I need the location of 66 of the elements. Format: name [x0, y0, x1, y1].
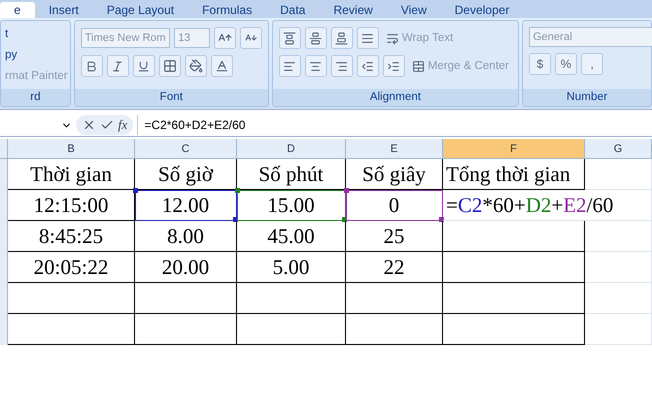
ribbon-tab[interactable]: View	[386, 2, 441, 18]
underline-icon[interactable]	[132, 55, 155, 77]
table-cell: 15.00	[237, 190, 346, 221]
table-cell: 8.00	[135, 221, 237, 252]
fill-color-icon[interactable]	[184, 55, 207, 77]
group-label: Font	[160, 90, 183, 105]
group-label: Number	[566, 90, 608, 105]
column-header[interactable]: G	[585, 139, 652, 159]
number-format-button[interactable]: ,	[581, 53, 603, 75]
table-cell: 25	[346, 221, 443, 252]
table-cell	[585, 314, 652, 345]
ribbon-tab[interactable]: Review	[319, 2, 387, 18]
vertical-align-icon[interactable]	[278, 27, 301, 49]
column-header[interactable]: B	[8, 139, 135, 159]
shrink-font-icon[interactable]	[240, 27, 262, 49]
table-cell: 5.00	[237, 252, 346, 283]
table-cell	[585, 221, 652, 252]
ribbon-tab[interactable]: Developer	[440, 2, 524, 18]
number-format-button[interactable]: %	[555, 53, 577, 75]
table-cell: 0	[346, 190, 443, 221]
table-cell: Thời gian	[8, 159, 135, 190]
vertical-align-icon[interactable]	[330, 27, 353, 49]
bold-icon[interactable]	[80, 55, 103, 77]
clipboard-command[interactable]: py	[5, 48, 68, 63]
grow-font-icon[interactable]	[214, 27, 236, 49]
table-cell: 12.00	[135, 190, 237, 221]
cancel-icon[interactable]	[82, 118, 96, 132]
wrap-text-icon	[386, 32, 399, 44]
table-cell: 20:05:22	[8, 252, 135, 283]
number-format-button[interactable]: $	[529, 53, 551, 75]
italic-icon[interactable]	[106, 55, 129, 77]
ribbon-tab[interactable]: Formulas	[188, 2, 266, 18]
table-cell	[585, 252, 652, 283]
table-cell: 45.00	[237, 221, 346, 252]
decrease-indent-icon[interactable]	[356, 55, 379, 77]
column-header[interactable]: C	[135, 139, 237, 159]
formula-field[interactable]: =C2*60+D2+E2/60	[137, 115, 652, 135]
horizontal-align-icon[interactable]	[304, 55, 327, 77]
table-cell	[585, 283, 652, 314]
clipboard-command[interactable]: t	[5, 27, 68, 42]
table-cell: 8:45:25	[8, 221, 135, 252]
table-cell	[585, 159, 652, 190]
horizontal-align-icon[interactable]	[278, 55, 301, 77]
column-header[interactable]: F	[443, 139, 585, 159]
table-cell: Số giây	[346, 159, 443, 190]
ribbon-tab[interactable]: Data	[266, 2, 320, 18]
ribbon-tab[interactable]: Page Layout	[92, 2, 188, 18]
table-cell: 20.00	[135, 252, 237, 283]
ribbon-tab[interactable]: e	[0, 2, 35, 18]
column-header[interactable]: E	[346, 139, 443, 159]
group-label: Alignment	[370, 90, 421, 105]
merge-cells-icon	[412, 60, 425, 72]
table-cell: Tổng thời gian	[443, 159, 585, 190]
column-header[interactable]: D	[237, 139, 346, 159]
insert-function-button[interactable]: fx	[118, 117, 128, 133]
horizontal-align-icon[interactable]	[330, 55, 353, 77]
increase-indent-icon[interactable]	[382, 55, 405, 77]
ribbon-tab[interactable]: Insert	[34, 2, 93, 18]
font-color-icon[interactable]	[210, 55, 233, 77]
borders-icon[interactable]	[158, 55, 181, 77]
orientation-icon[interactable]	[356, 27, 379, 49]
table-cell: 12:15:00	[8, 190, 135, 221]
formula-cell[interactable]: =C2*60+D2+E2/60	[443, 190, 652, 221]
table-cell: 22	[346, 252, 443, 283]
vertical-align-icon[interactable]	[304, 27, 327, 49]
group-label: rd	[30, 90, 41, 105]
